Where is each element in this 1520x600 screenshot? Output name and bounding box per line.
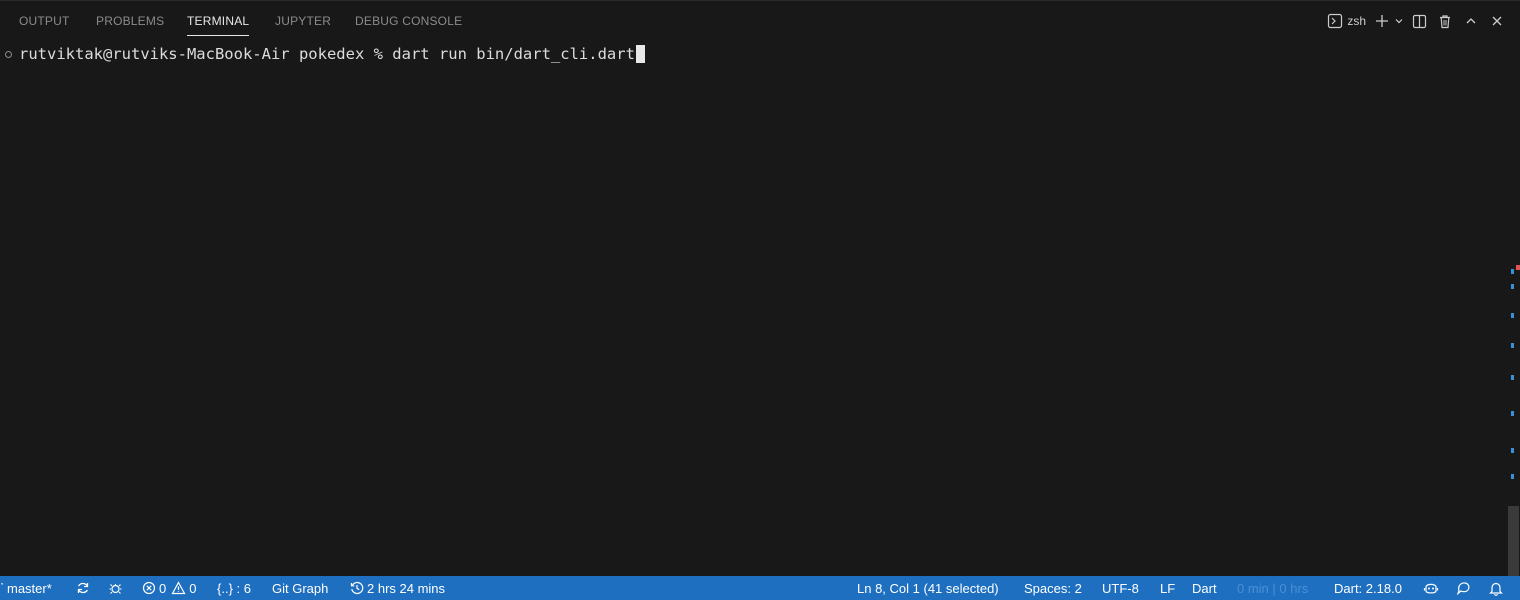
copilot-icon (1423, 583, 1439, 594)
history-icon (350, 581, 364, 595)
terminal-scrollbar[interactable] (1506, 41, 1520, 577)
time-tracker-status[interactable]: 2 hrs 24 mins (350, 576, 445, 600)
split-icon (1412, 14, 1426, 28)
kill-terminal-button[interactable] (1432, 10, 1458, 32)
terminal-line: rutviktak@rutviks-MacBook-Air pokedex % … (5, 45, 645, 63)
shell-selector[interactable]: zsh (1327, 13, 1372, 29)
new-terminal-button[interactable] (1372, 10, 1392, 32)
json-outline-status[interactable]: {..} : 6 (217, 576, 251, 600)
indentation-status[interactable]: Spaces: 2 (1024, 576, 1082, 600)
command-decoration-icon (5, 51, 12, 58)
overview-ruler-mark (1511, 284, 1514, 289)
branch-name: master* (7, 580, 52, 596)
copilot-button[interactable] (1423, 576, 1439, 600)
overview-ruler-mark (1511, 474, 1514, 479)
dart-version-status[interactable]: Dart: 2.18.0 (1334, 576, 1402, 600)
warning-count: 0 (189, 580, 197, 596)
trash-icon (1440, 14, 1450, 28)
status-bar: ᾿ master* 0 0 {..} : 6 Git Graph 2 hrs 2… (0, 576, 1520, 600)
error-count: 0 (159, 580, 167, 596)
tab-output[interactable]: OUTPUT (19, 14, 70, 28)
cursor-position-status[interactable]: Ln 8, Col 1 (41 selected) (857, 576, 999, 600)
close-panel-button[interactable] (1484, 10, 1510, 32)
problems-status[interactable]: 0 0 (142, 576, 196, 600)
panel-tab-bar: OUTPUT PROBLEMS TERMINAL JUPYTER DEBUG C… (0, 1, 1520, 41)
encoding-status[interactable]: UTF-8 (1102, 576, 1139, 600)
sync-button[interactable] (76, 576, 90, 600)
panel-actions: zsh (1327, 10, 1510, 32)
overview-ruler-mark (1511, 411, 1514, 416)
feedback-button[interactable] (1456, 576, 1471, 600)
branch-status[interactable]: ᾿ master* (0, 576, 52, 600)
launch-profile-button[interactable] (1392, 10, 1406, 32)
eol-status[interactable]: LF (1160, 576, 1175, 600)
git-branch-icon: ᾿ (0, 581, 4, 595)
overview-ruler-mark (1516, 265, 1520, 270)
overview-ruler-mark (1511, 448, 1514, 453)
git-graph-button[interactable]: Git Graph (272, 576, 328, 600)
overview-ruler-mark (1511, 313, 1514, 318)
terminal-cursor (635, 45, 645, 63)
notifications-button[interactable] (1489, 576, 1503, 600)
maximize-panel-button[interactable] (1458, 10, 1484, 32)
terminal-command: dart run bin/dart_cli.dart (392, 45, 635, 63)
feedback-icon (1456, 582, 1470, 595)
warning-icon (171, 581, 186, 595)
split-terminal-button[interactable] (1406, 10, 1432, 32)
sync-icon (77, 582, 89, 594)
terminal-icon (1328, 13, 1343, 29)
debug-icon (109, 583, 122, 594)
timer-status[interactable]: 0 min | 0 hrs (1237, 576, 1308, 600)
bell-icon (1489, 582, 1503, 596)
plus-icon (1376, 15, 1388, 27)
language-mode-status[interactable]: Dart (1192, 576, 1217, 600)
time-tracked: 2 hrs 24 mins (367, 580, 446, 596)
debug-status-button[interactable] (108, 576, 123, 600)
terminal-prompt: rutviktak@rutviks-MacBook-Air pokedex % (19, 45, 393, 63)
overview-ruler-mark (1511, 269, 1514, 274)
terminal-panel: OUTPUT PROBLEMS TERMINAL JUPYTER DEBUG C… (0, 0, 1520, 577)
scrollbar-thumb[interactable] (1508, 506, 1519, 576)
close-icon (1492, 16, 1502, 26)
tab-jupyter[interactable]: JUPYTER (275, 14, 331, 28)
tab-problems[interactable]: PROBLEMS (96, 14, 164, 28)
chevron-up-icon (1466, 18, 1476, 24)
shell-name: zsh (1347, 14, 1366, 28)
tab-terminal[interactable]: TERMINAL (187, 14, 250, 36)
terminal-output[interactable]: rutviktak@rutviks-MacBook-Air pokedex % … (0, 41, 1506, 577)
chevron-down-icon (1395, 19, 1403, 24)
tab-debug-console[interactable]: DEBUG CONSOLE (355, 14, 462, 28)
overview-ruler-mark (1511, 343, 1514, 348)
error-icon (142, 581, 156, 595)
overview-ruler-mark (1511, 375, 1514, 380)
